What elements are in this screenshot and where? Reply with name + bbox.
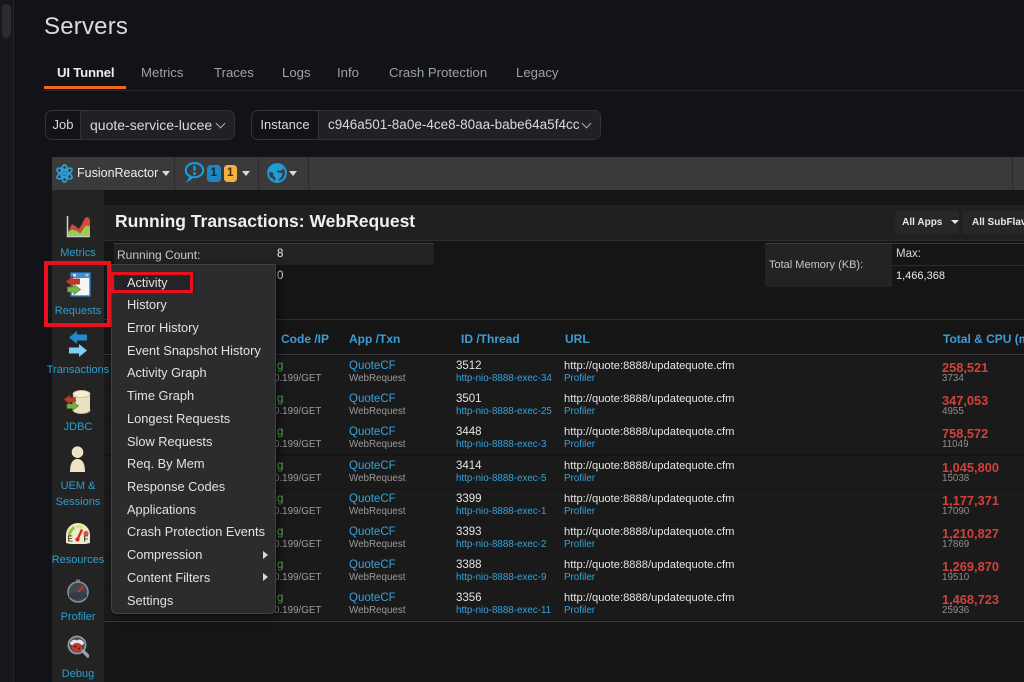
svg-text:F: F [84, 535, 89, 544]
svg-text:E: E [68, 535, 74, 544]
